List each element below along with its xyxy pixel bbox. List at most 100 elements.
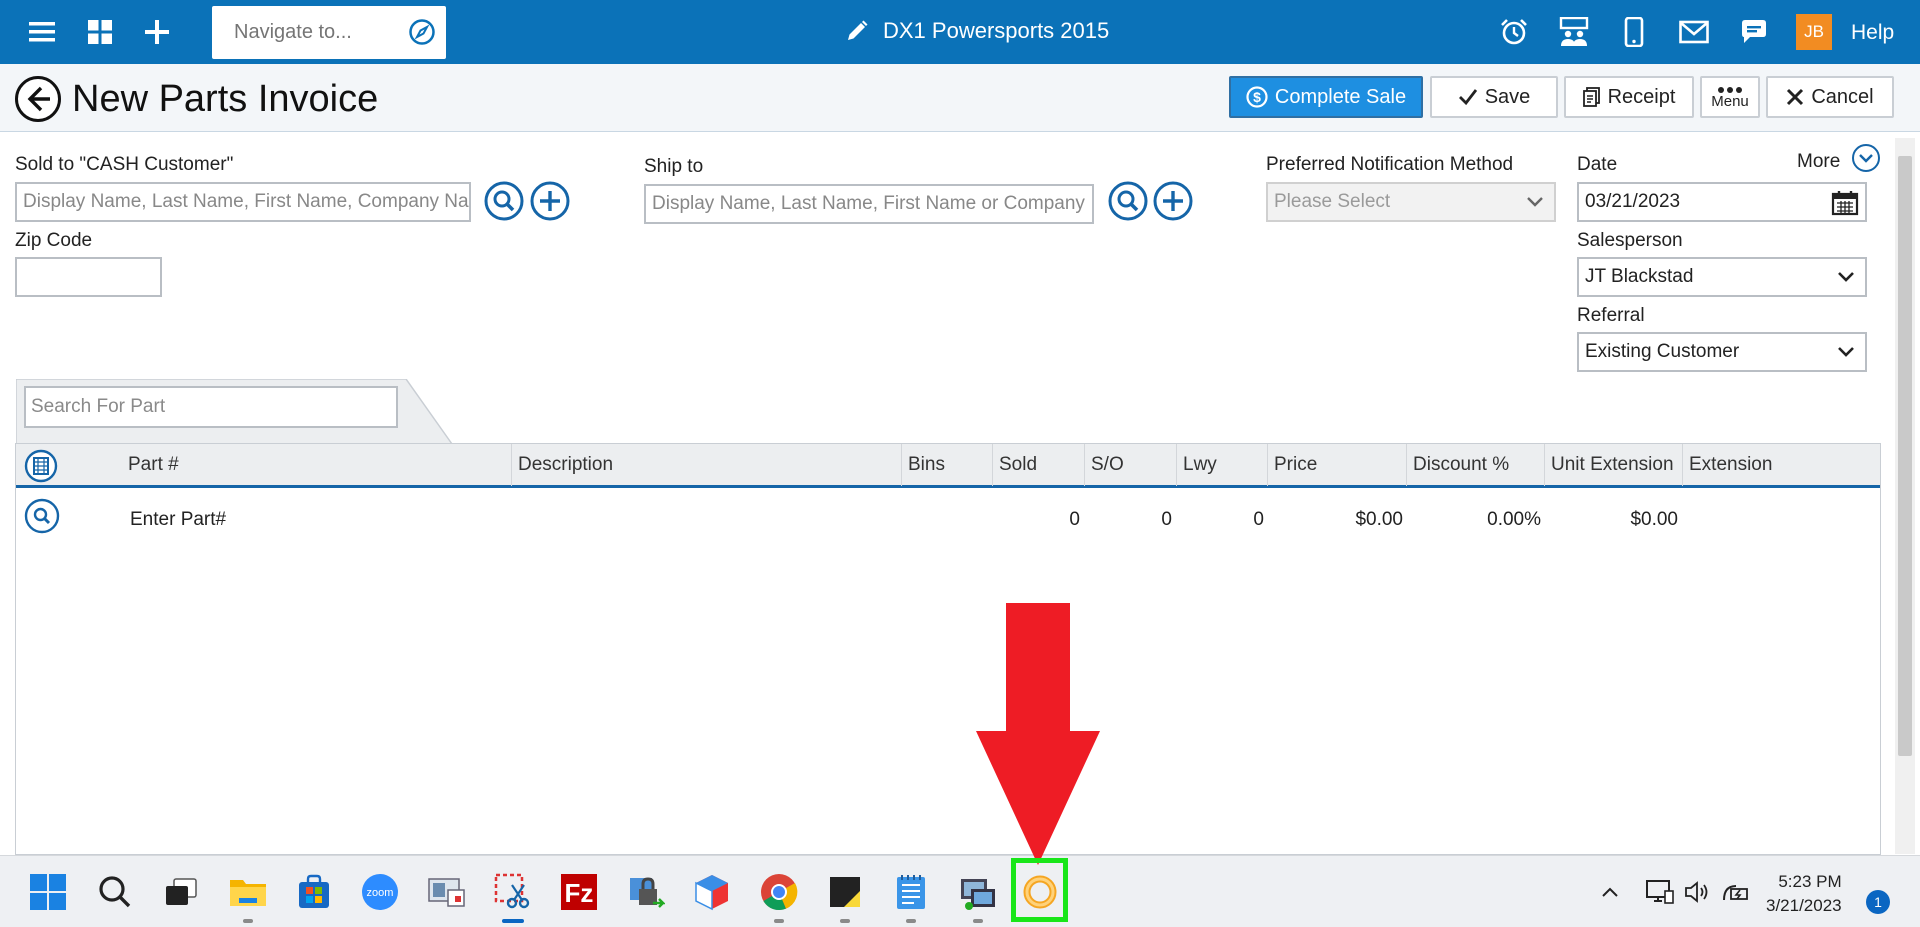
help-link[interactable]: Help [1851,21,1894,45]
page-scrollbar[interactable] [1895,138,1915,854]
referral-label: Referral [1577,305,1645,326]
hamburger-menu-icon[interactable] [24,14,60,50]
column-header-part[interactable]: Part # [122,444,512,486]
file-explorer-icon[interactable] [224,868,272,923]
remote-desktop-icon[interactable] [423,868,471,916]
chevron-down-icon [1837,269,1855,291]
microsoft-store-icon[interactable] [290,868,338,916]
compass-icon[interactable] [408,18,436,51]
green-highlight-box-annotation [1011,858,1068,922]
zip-code-label: Zip Code [15,230,93,251]
store-title[interactable]: DX1 Powersports 2015 [845,18,1109,44]
pencil-icon [845,19,869,43]
chevron-down-icon [1526,194,1544,216]
enter-part-cell[interactable]: Enter Part# [130,509,226,531]
snipping-tool-icon[interactable] [489,868,537,923]
more-toggle-label[interactable]: More [1797,151,1840,173]
notification-count-badge[interactable]: 1 [1866,890,1890,914]
sold-to-input[interactable]: Display Name, Last Name, First Name, Com… [15,182,471,222]
calendar-icon[interactable] [1831,190,1859,220]
notification-method-value: Please Select [1274,191,1391,212]
active-indicator [502,919,524,923]
referral-value: Existing Customer [1585,341,1740,362]
search-part-input[interactable]: Search For Part [24,386,398,428]
sold-to-add-icon[interactable] [530,181,570,221]
svg-text:$: $ [1253,89,1261,105]
save-label: Save [1484,85,1531,108]
complete-sale-button[interactable]: $ Complete Sale [1229,76,1423,118]
column-header-extension[interactable]: Extension [1682,444,1880,486]
menu-button[interactable]: Menu [1700,76,1760,118]
column-header-lwy[interactable]: Lwy [1176,444,1268,486]
dollar-circle-icon: $ [1246,86,1268,108]
column-header-sold[interactable]: Sold [992,444,1085,486]
user-avatar[interactable]: JB [1796,14,1832,50]
volume-speaker-icon[interactable] [1678,868,1718,916]
3d-cube-app-icon[interactable] [688,868,736,916]
search-icon[interactable] [91,868,139,916]
receipt-button[interactable]: Receipt [1564,76,1694,118]
more-chevron-icon[interactable] [1851,143,1881,173]
filezilla-icon[interactable]: Fz [555,868,603,916]
task-view-icon[interactable] [157,868,205,916]
mail-envelope-icon[interactable] [1676,14,1712,50]
salesperson-value: JT Blackstad [1585,266,1694,287]
show-hidden-icons-chevron-icon[interactable] [1590,868,1630,916]
windows-start-icon[interactable] [24,868,72,916]
column-header-description[interactable]: Description [511,444,902,486]
zip-code-input[interactable] [15,257,162,297]
ship-to-add-icon[interactable] [1153,181,1193,221]
dashboard-grid-icon[interactable] [82,14,118,50]
part-lookup-icon[interactable] [24,498,60,539]
lock-sync-icon[interactable] [622,868,670,916]
salesperson-select[interactable]: JT Blackstad [1577,257,1867,297]
ship-to-label: Ship to [644,156,704,177]
cancel-button[interactable]: Cancel [1766,76,1894,118]
close-x-icon [1786,88,1804,106]
alarm-clock-icon[interactable] [1496,14,1532,50]
column-chooser-icon[interactable] [24,449,58,488]
grid-header: Part # Description Bins Sold S/O Lwy Pri… [16,443,1880,488]
date-input[interactable]: 03/21/2023 [1577,182,1867,222]
running-indicator [973,919,983,923]
column-header-price[interactable]: Price [1267,444,1407,486]
notification-method-select[interactable]: Please Select [1266,182,1556,222]
sold-to-search-icon[interactable] [484,181,524,221]
column-header-unit-extension[interactable]: Unit Extension [1544,444,1683,486]
cancel-label: Cancel [1811,85,1874,108]
unit-extension-cell: $0.00 [1630,509,1678,530]
parts-grid: Part # Description Bins Sold S/O Lwy Pri… [15,443,1881,855]
back-arrow-icon[interactable] [14,75,62,123]
add-plus-icon[interactable] [139,14,175,50]
battery-charging-icon[interactable] [1716,868,1756,916]
remote-support-icon[interactable] [954,868,1002,923]
column-header-discount[interactable]: Discount % [1406,444,1545,486]
network-icon[interactable] [1640,868,1680,916]
red-down-arrow-annotation [976,603,1100,865]
navigate-input[interactable] [212,6,402,59]
ship-to-search-icon[interactable] [1108,181,1148,221]
column-header-so[interactable]: S/O [1084,444,1177,486]
navigate-box [212,6,446,59]
discount-cell: 0.00% [1487,509,1541,530]
ship-to-input[interactable]: Display Name, Last Name, First Name or C… [644,184,1094,224]
scrollbar-thumb[interactable] [1898,156,1912,756]
chrome-browser-icon[interactable] [755,868,803,923]
running-indicator [840,919,850,923]
sticky-notes-icon[interactable] [821,868,869,923]
zoom-app-icon[interactable]: zoom [356,868,404,916]
chevron-down-icon [1837,344,1855,366]
lwy-cell: 0 [1253,509,1264,530]
referral-select[interactable]: Existing Customer [1577,332,1867,372]
chat-message-icon[interactable] [1736,14,1772,50]
date-value: 03/21/2023 [1585,191,1681,212]
column-header-bins[interactable]: Bins [901,444,993,486]
svg-text:Fz: Fz [565,878,594,908]
store-name: DX1 Powersports 2015 [883,18,1110,43]
customers-board-icon[interactable] [1556,14,1592,50]
notepad-icon[interactable] [887,868,935,923]
notification-method-label: Preferred Notification Method [1266,154,1514,175]
save-button[interactable]: Save [1430,76,1558,118]
system-clock[interactable]: 5:23 PM 3/21/2023 [1766,870,1842,918]
mobile-phone-icon[interactable] [1616,14,1652,50]
